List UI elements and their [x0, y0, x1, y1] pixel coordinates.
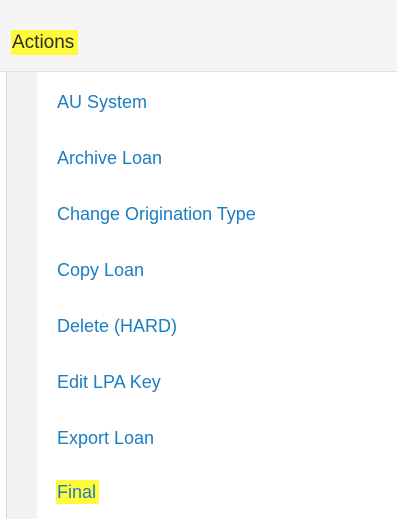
menu-item-au-system: AU System: [37, 78, 397, 128]
menu-item-edit-lpa-key: Edit LPA Key: [37, 358, 397, 408]
menu-indent-bar: [7, 72, 37, 519]
menu-item-change-origination-type: Change Origination Type: [37, 190, 397, 240]
export-loan-link[interactable]: Export Loan: [57, 426, 154, 450]
final-link[interactable]: Final: [56, 480, 100, 504]
delete-hard-link[interactable]: Delete (HARD): [57, 314, 177, 338]
actions-header: Actions: [0, 0, 397, 72]
menu-item-final: Final: [37, 468, 397, 518]
menu-item-export-loan: Export Loan: [37, 414, 397, 464]
menu-item-copy-loan: Copy Loan: [37, 246, 397, 296]
actions-title: Actions: [11, 30, 79, 55]
menu-item-delete-hard: Delete (HARD): [37, 302, 397, 352]
menu-item-archive-loan: Archive Loan: [37, 134, 397, 184]
change-origination-type-link[interactable]: Change Origination Type: [57, 202, 256, 226]
archive-loan-link[interactable]: Archive Loan: [57, 146, 162, 170]
copy-loan-link[interactable]: Copy Loan: [57, 258, 144, 282]
actions-menu: AU System Archive Loan Change Originatio…: [37, 72, 397, 519]
edit-lpa-key-link[interactable]: Edit LPA Key: [57, 370, 161, 394]
au-system-link[interactable]: AU System: [57, 90, 147, 114]
actions-panel: Actions AU System Archive Loan Change Or…: [0, 0, 397, 519]
